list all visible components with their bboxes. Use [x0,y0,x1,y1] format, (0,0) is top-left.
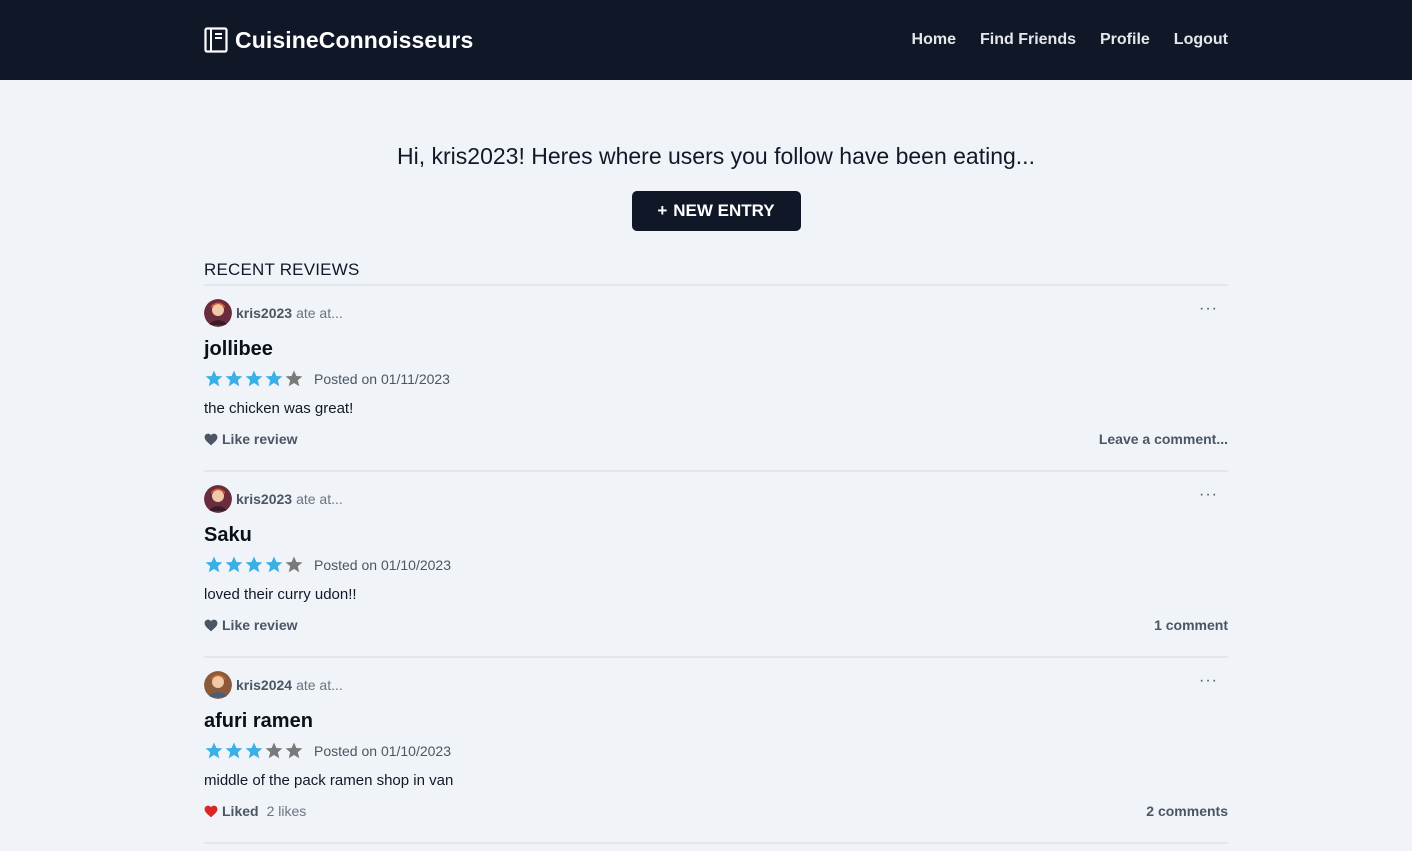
review-card: kris2024 ate at... ··· afuri ramen Poste… [204,658,1228,844]
heart-icon [204,433,218,446]
rating-row: Posted on 01/10/2023 [204,555,1228,575]
user-avatar-icon[interactable] [204,485,232,513]
greeting-heading: Hi, kris2023! Heres where users you foll… [397,143,1035,169]
review-card: kris2023 ate at... ··· jollibee Posted o… [204,286,1228,472]
more-options-icon[interactable]: ··· [1199,300,1218,318]
brand-logo[interactable]: CuisineConnoisseurs [204,27,473,54]
review-header: kris2023 ate at... [204,286,1228,329]
review-list: kris2023 ate at... ··· jollibee Posted o… [204,286,1228,844]
star-filled-icon [244,741,264,761]
review-text: middle of the pack ramen shop in van [204,772,454,789]
star-filled-icon [204,741,224,761]
like-review-button[interactable]: Liked 2 likes [204,803,306,819]
posted-date: Posted on 01/10/2023 [314,557,452,573]
heart-icon [204,619,218,632]
comment-link[interactable]: 2 comments [1146,803,1228,819]
star-filled-icon [224,555,244,575]
star-rating [204,369,304,389]
review-header: kris2023 ate at... [204,472,1228,515]
star-filled-icon [204,555,224,575]
review-header: kris2024 ate at... [204,658,1228,701]
review-card: kris2023 ate at... ··· Saku Posted on 01… [204,472,1228,658]
nav-logout-link[interactable]: Logout [1174,31,1228,49]
comment-link[interactable]: Leave a comment... [1099,431,1228,447]
heart-icon [204,805,218,818]
star-empty-icon [284,369,304,389]
like-review-button[interactable]: Like review [204,431,306,447]
plus-icon: + [657,201,668,220]
review-username[interactable]: kris2023 [236,491,292,507]
review-footer: Like review 1 comment [204,615,1228,635]
restaurant-name[interactable]: jollibee [204,338,1228,360]
nav-home-link[interactable]: Home [912,31,956,49]
review-text: the chicken was great! [204,400,354,417]
review-ate-at: ate at... [296,677,343,693]
notebook-icon [204,27,228,53]
star-rating [204,741,304,761]
review-footer: Liked 2 likes 2 comments [204,801,1228,821]
star-empty-icon [284,741,304,761]
review-username[interactable]: kris2023 [236,305,292,321]
like-review-button[interactable]: Like review [204,617,306,633]
star-filled-icon [264,555,284,575]
review-ate-at: ate at... [296,491,343,507]
main-content: Hi, kris2023! Heres where users you foll… [204,141,1228,844]
review-text: loved their curry udon!! [204,586,357,603]
star-filled-icon [224,369,244,389]
star-filled-icon [224,741,244,761]
more-options-icon[interactable]: ··· [1199,672,1218,690]
recent-reviews-title: RECENT REVIEWS [204,260,360,279]
star-rating [204,555,304,575]
posted-date: Posted on 01/11/2023 [314,371,450,387]
new-entry-wrapper: + NEW ENTRY [204,191,1228,231]
review-username[interactable]: kris2024 [236,677,292,693]
new-entry-button[interactable]: + NEW ENTRY [631,191,801,231]
star-filled-icon [264,369,284,389]
review-ate-at: ate at... [296,305,343,321]
restaurant-name[interactable]: Saku [204,524,1228,546]
comment-link[interactable]: 1 comment [1154,617,1228,633]
nav-profile-link[interactable]: Profile [1100,31,1150,49]
like-label: Liked [222,803,259,819]
like-count: 2 likes [266,803,307,819]
like-label: Like review [222,431,298,447]
star-filled-icon [204,369,224,389]
review-footer: Like review Leave a comment... [204,429,1228,449]
new-entry-label: NEW ENTRY [673,201,775,220]
navbar-inner: CuisineConnoisseurs Home Find Friends Pr… [204,27,1228,54]
star-empty-icon [264,741,284,761]
nav-find-friends-link[interactable]: Find Friends [980,31,1076,49]
user-avatar-icon[interactable] [204,671,232,699]
more-options-icon[interactable]: ··· [1199,486,1218,504]
star-filled-icon [244,555,264,575]
navbar: CuisineConnoisseurs Home Find Friends Pr… [0,0,1412,80]
restaurant-name[interactable]: afuri ramen [204,710,1228,732]
star-filled-icon [244,369,264,389]
posted-date: Posted on 01/10/2023 [314,743,452,759]
like-label: Like review [222,617,298,633]
brand-name: CuisineConnoisseurs [235,26,474,53]
rating-row: Posted on 01/11/2023 [204,369,1228,389]
user-avatar-icon[interactable] [204,299,232,327]
star-empty-icon [284,555,304,575]
nav-links: Home Find Friends Profile Logout [912,31,1228,49]
rating-row: Posted on 01/10/2023 [204,741,1228,761]
